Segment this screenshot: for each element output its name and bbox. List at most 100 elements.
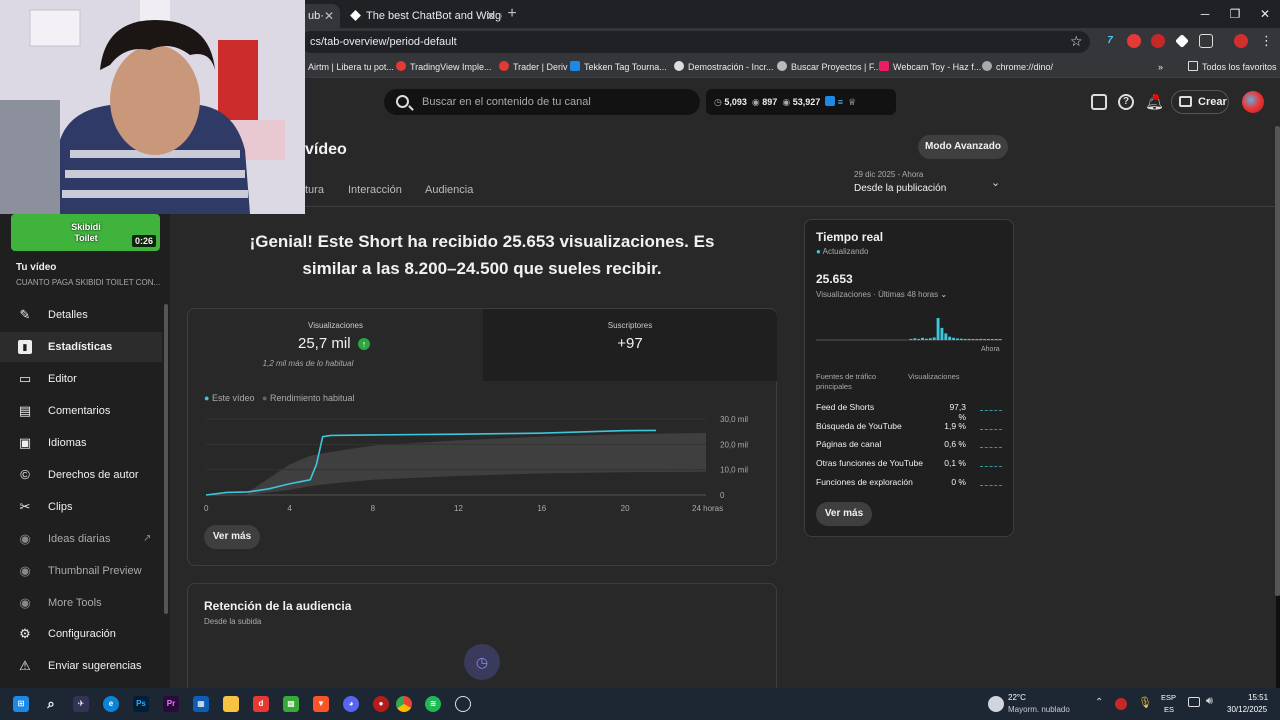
keyboard-layout[interactable]: ES (1164, 705, 1174, 714)
bookmark-item[interactable]: Airtm | Libera tu pot... (308, 56, 394, 78)
windows-start-icon[interactable]: ⊞ (13, 696, 29, 712)
realtime-bar (979, 338, 983, 340)
minimize-button[interactable]: ─ (1190, 4, 1220, 24)
bookmark-icon (396, 61, 406, 71)
spotify-icon[interactable]: ≋ (425, 696, 441, 712)
minecraft-icon[interactable]: ▩ (283, 696, 299, 712)
bookmark-item[interactable]: Trader | Deriv (499, 56, 568, 78)
now-label: Ahora (981, 346, 1000, 353)
legend-this-video: Este vídeo (211, 393, 255, 403)
extension-icon: ◉ (19, 563, 31, 578)
video-thumbnail[interactable]: Skibidi Toilet 0:26 (11, 214, 160, 251)
close-icon[interactable]: ✕ (324, 4, 334, 28)
realtime-bar (909, 338, 913, 340)
search-icon[interactable]: ⌕ (43, 696, 59, 712)
avatar[interactable] (1242, 91, 1264, 113)
address-bar[interactable]: cs/tab-overview/period-default (300, 31, 1090, 53)
close-icon[interactable]: ✕ (486, 4, 496, 28)
sidebar-item-settings[interactable]: ⚙ Configuración (0, 619, 162, 649)
premiere-icon[interactable]: Pr (163, 696, 179, 712)
stat-value: 5,093 (724, 97, 747, 107)
copyright-icon: © (20, 467, 30, 482)
sidebar-item-copyright[interactable]: © Derechos de autor (0, 460, 162, 490)
extension-icon[interactable] (1151, 34, 1165, 48)
realtime-period-selector[interactable]: Visualizaciones · Últimas 48 horas ⌄ (816, 290, 947, 299)
extension-icon[interactable] (1175, 34, 1189, 48)
create-button[interactable]: Crear (1171, 90, 1229, 114)
channel-stats-widget[interactable]: ◷ 5,093 ◉ 897 ◉ 53,927 ≡ ♕ (706, 89, 896, 115)
sidebar-item-feedback[interactable]: ⚠ Enviar sugerencias (0, 651, 162, 681)
tab-overview[interactable]: tura (305, 184, 324, 196)
source-percentage: 1,9 % (944, 420, 966, 431)
browser-tab[interactable]: ub· ✕ (300, 4, 340, 28)
webcam-person-image (0, 0, 305, 214)
search-input[interactable]: Buscar en el contenido de tu canal (384, 89, 700, 115)
star-icon[interactable]: ☆ (1070, 33, 1083, 50)
sidebar-item-editor[interactable]: ▭ Editor (0, 364, 162, 394)
extension-icon[interactable]: 7 (1103, 34, 1117, 48)
language-code[interactable]: ESP (1161, 693, 1176, 702)
sidebar-item-details[interactable]: ✎ Detalles (0, 300, 162, 330)
more-bookmarks-icon[interactable]: » (1158, 56, 1163, 78)
subtitles-icon[interactable] (1091, 94, 1107, 110)
tray-app-icon[interactable] (1115, 698, 1127, 710)
all-bookmarks[interactable]: Todos los favoritos (1188, 56, 1277, 78)
sidebar-item-analytics[interactable]: ▮ Estadísticas (0, 332, 162, 362)
bookmark-item[interactable]: Demostración - Incr... (674, 56, 774, 78)
realtime-bar (990, 339, 994, 340)
sidebar-scrollbar[interactable] (164, 304, 168, 614)
bookmark-item[interactable]: Webcam Toy - Haz f... (879, 56, 981, 78)
extension-icon[interactable] (1127, 34, 1141, 48)
sidebar-item-daily-ideas[interactable]: ◉ Ideas diarias ↗ (0, 524, 162, 554)
store-icon[interactable]: ▦ (193, 696, 209, 712)
advanced-mode-button[interactable]: Modo Avanzado (918, 135, 1008, 159)
edge-icon[interactable]: e (103, 696, 119, 712)
close-window-button[interactable]: ✕ (1250, 4, 1280, 24)
headline: ¡Genial! Este Short ha recibido 25.653 v… (249, 232, 715, 278)
list-icon: ≡ (837, 97, 844, 107)
loading-clock-icon: ◷ (464, 644, 500, 680)
help-icon[interactable]: ? (1118, 94, 1134, 110)
subscribers-metric-tab[interactable]: Suscriptores +97 (483, 309, 777, 381)
bookmark-item[interactable]: Tekken Tag Tourna... (570, 56, 667, 78)
views-metric-tab[interactable]: Visualizaciones 25,7 mil ↑ 1,2 mil más d… (188, 309, 483, 381)
obs-icon[interactable] (455, 696, 471, 712)
bookmark-item[interactable]: chrome://dino/ (982, 56, 1053, 78)
period-selector[interactable]: 29 dic 2025 - Ahora Desde la publicación… (854, 170, 1004, 200)
bookmark-item[interactable]: TradingView Imple... (396, 56, 492, 78)
retention-card: Retención de la audiencia Desde la subid… (187, 583, 777, 703)
chrome-icon[interactable] (396, 696, 412, 712)
realtime-bar (940, 327, 944, 340)
app-icon[interactable]: d (253, 696, 269, 712)
menu-icon[interactable]: ⋮ (1260, 33, 1273, 49)
sidebar-item-languages[interactable]: ▣ Idiomas (0, 428, 162, 458)
brave-icon[interactable]: ▼ (313, 696, 329, 712)
bookmark-icon (879, 61, 889, 71)
see-more-button[interactable]: Ver más (204, 525, 260, 549)
sidebar-item-comments[interactable]: ▤ Comentarios (0, 396, 162, 426)
folder-icon[interactable] (223, 696, 239, 712)
monitor-icon[interactable] (1188, 697, 1200, 707)
photoshop-icon[interactable]: Ps (133, 696, 149, 712)
volume-icon[interactable]: 🔊︎ (1206, 695, 1213, 708)
profile-icon[interactable] (1234, 34, 1248, 48)
sidebar-item-more-tools[interactable]: ◉ More Tools (0, 588, 162, 618)
bookmark-item[interactable]: Buscar Proyectos | F... (777, 56, 881, 78)
main-scrollbar[interactable] (1275, 126, 1280, 596)
traffic-source-row: Funciones de exploración 0 % (816, 477, 1006, 491)
browser-tab[interactable]: The best ChatBot and Widgets ✕ (342, 4, 502, 28)
discord-icon[interactable]: ◕ (343, 696, 359, 712)
sidebar-item-clips[interactable]: ✂ Clips (0, 492, 162, 522)
microphone-icon[interactable]: 🎙︎ (1138, 696, 1152, 709)
app-icon[interactable]: ● (373, 696, 389, 712)
trophy-icon: ♕ (848, 97, 857, 107)
realtime-see-more-button[interactable]: Ver más (816, 502, 872, 526)
sidebar-item-thumbnail-preview[interactable]: ◉ Thumbnail Preview (0, 556, 162, 586)
app-icon[interactable]: ✈ (73, 696, 89, 712)
tab-engagement[interactable]: Interacción (348, 184, 402, 196)
chevron-up-icon[interactable]: ⌃ (1095, 697, 1103, 708)
maximize-button[interactable]: ❐ (1220, 4, 1250, 24)
new-tab-button[interactable]: + (504, 4, 520, 24)
tab-audience[interactable]: Audiencia (425, 184, 473, 196)
puzzle-icon[interactable] (1199, 34, 1213, 48)
